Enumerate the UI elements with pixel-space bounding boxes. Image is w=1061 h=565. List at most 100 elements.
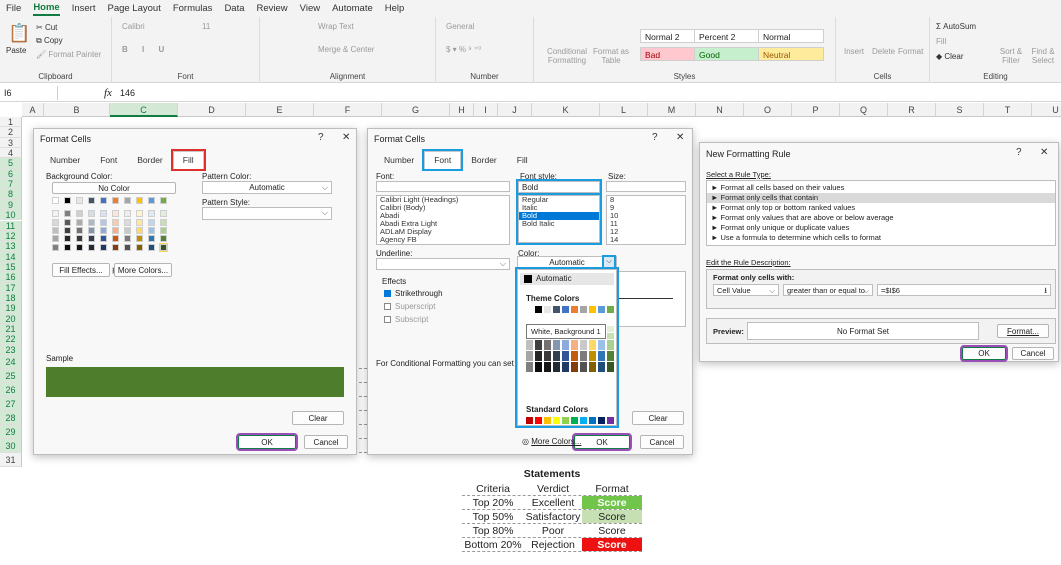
row-header-23[interactable]: 23	[0, 344, 22, 356]
color-swatch[interactable]	[159, 243, 168, 252]
standard-color-swatch[interactable]	[544, 417, 551, 424]
column-header-r[interactable]: R	[888, 103, 936, 117]
font-list[interactable]: Calibri Light (Headings) Calibri (Body) Ab…	[376, 195, 510, 245]
column-header-t[interactable]: T	[984, 103, 1032, 117]
standard-color-swatch[interactable]	[598, 417, 605, 424]
theme-color-swatch[interactable]	[607, 326, 614, 332]
menu-review[interactable]: Review	[257, 3, 288, 14]
strikethrough-checkbox[interactable]: Strikethrough	[384, 289, 443, 298]
theme-color-swatch[interactable]	[589, 306, 596, 313]
color-swatch[interactable]	[76, 235, 83, 242]
clear-button[interactable]: Clear	[292, 411, 344, 425]
cut-button[interactable]: ✂ Cut	[36, 23, 57, 32]
color-swatch[interactable]	[160, 227, 167, 234]
color-swatch[interactable]	[112, 227, 119, 234]
color-swatch[interactable]	[100, 219, 107, 226]
automatic-color-option[interactable]: Automatic	[520, 273, 614, 285]
theme-color-swatch[interactable]	[526, 362, 533, 372]
formula-input[interactable]: 146	[120, 88, 135, 98]
theme-color-swatch[interactable]	[607, 362, 614, 372]
operator-select[interactable]: greater than or equal to ⌵	[783, 284, 873, 296]
pattern-color-select[interactable]: Automatic ⌵	[202, 181, 332, 194]
color-swatch[interactable]	[160, 235, 167, 242]
theme-color-swatch[interactable]	[544, 351, 551, 361]
theme-color-swatch[interactable]	[598, 362, 605, 372]
color-swatch[interactable]	[112, 197, 119, 204]
theme-color-swatch[interactable]	[526, 340, 533, 350]
color-swatch[interactable]	[52, 210, 59, 217]
style-normal[interactable]: Normal	[758, 29, 824, 43]
theme-color-swatch[interactable]	[589, 351, 596, 361]
menu-view[interactable]: View	[300, 3, 320, 14]
theme-color-swatch[interactable]	[598, 306, 605, 313]
theme-color-swatch[interactable]	[571, 351, 578, 361]
color-swatch[interactable]	[136, 219, 143, 226]
tab-font[interactable]: Font	[422, 149, 464, 171]
menu-formulas[interactable]: Formulas	[173, 3, 213, 14]
color-swatch[interactable]	[88, 210, 95, 217]
column-header-l[interactable]: L	[600, 103, 648, 117]
color-swatch[interactable]	[136, 210, 143, 217]
color-swatch[interactable]	[160, 197, 167, 204]
row-header-20[interactable]: 20	[0, 313, 22, 324]
menu-home[interactable]: Home	[33, 2, 60, 16]
no-color-button[interactable]: No Color	[52, 182, 176, 194]
menu-insert[interactable]: Insert	[72, 3, 96, 14]
theme-color-swatch[interactable]	[589, 362, 596, 372]
standard-color-swatch[interactable]	[589, 417, 596, 424]
color-swatch[interactable]	[148, 235, 155, 242]
row-header-18[interactable]: 18	[0, 292, 22, 304]
theme-color-swatch[interactable]	[562, 340, 569, 350]
font-input[interactable]	[376, 181, 510, 192]
color-swatch[interactable]	[148, 210, 155, 217]
row-header-5[interactable]: 5	[0, 158, 22, 169]
color-swatch[interactable]	[136, 227, 143, 234]
list-item[interactable]: 12	[607, 228, 685, 236]
rule-type-item[interactable]: ► Format only values that are above or b…	[707, 213, 1055, 223]
column-header-m[interactable]: M	[648, 103, 696, 117]
row-header-16[interactable]: 16	[0, 272, 22, 283]
menu-automate[interactable]: Automate	[332, 3, 373, 14]
color-swatch[interactable]	[88, 244, 95, 251]
menu-help[interactable]: Help	[385, 3, 405, 14]
column-header-u[interactable]: U	[1032, 103, 1061, 117]
size-input[interactable]	[606, 181, 686, 192]
row-header-11[interactable]: 11	[0, 220, 22, 231]
theme-color-swatch[interactable]	[526, 306, 533, 313]
column-header-c[interactable]: C	[110, 103, 178, 117]
list-item[interactable]: 11	[607, 220, 685, 228]
menu-page-layout[interactable]: Page Layout	[107, 3, 160, 14]
size-list[interactable]: 8 9 10 11 12 14	[606, 195, 686, 245]
sort-filter-button[interactable]: Sort & Filter	[996, 47, 1026, 65]
menu-file[interactable]: File	[6, 3, 21, 14]
color-swatch[interactable]	[148, 219, 155, 226]
tab-fill[interactable]: Fill	[170, 149, 206, 171]
theme-color-swatch[interactable]	[589, 340, 596, 350]
range-select-icon[interactable]: ⭳	[1044, 285, 1047, 296]
clear-button[interactable]: Clear	[632, 411, 684, 425]
column-header-e[interactable]: E	[246, 103, 314, 117]
theme-color-swatch[interactable]	[598, 340, 605, 350]
row-header-4[interactable]: 4	[0, 148, 22, 159]
color-swatch[interactable]	[64, 235, 71, 242]
color-swatch[interactable]	[76, 244, 83, 251]
theme-color-swatch[interactable]	[553, 306, 560, 313]
row-header-6[interactable]: 6	[0, 168, 22, 180]
more-colors-option[interactable]: ◎ More Colors...	[522, 437, 581, 446]
list-item[interactable]: 10	[607, 212, 685, 220]
color-swatch[interactable]	[76, 219, 83, 226]
row-header-21[interactable]: 21	[0, 324, 22, 335]
color-swatch[interactable]	[112, 235, 119, 242]
row-header-31[interactable]: 31	[0, 453, 22, 468]
column-header-b[interactable]: B	[44, 103, 110, 117]
theme-color-swatch[interactable]	[571, 362, 578, 372]
format-button[interactable]: Format...	[997, 324, 1049, 338]
color-swatch[interactable]	[160, 219, 167, 226]
ok-button[interactable]: OK	[960, 345, 1008, 362]
row-header-25[interactable]: 25	[0, 369, 22, 384]
column-header-s[interactable]: S	[936, 103, 984, 117]
color-swatch[interactable]	[76, 210, 83, 217]
row-header-8[interactable]: 8	[0, 189, 22, 200]
theme-color-swatch[interactable]	[580, 351, 587, 361]
theme-color-swatch[interactable]	[562, 362, 569, 372]
